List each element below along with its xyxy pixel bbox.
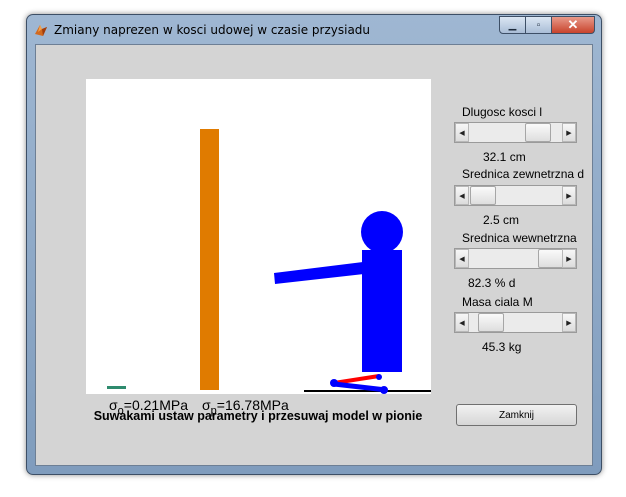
slider-left-arrow-icon[interactable]: ◀ xyxy=(455,249,469,268)
model-ankle-joint xyxy=(380,386,388,394)
matlab-logo-icon xyxy=(35,25,47,36)
body-mass-label: Masa ciala M xyxy=(462,295,533,309)
model-head xyxy=(361,211,403,253)
close-icon: ✕ xyxy=(567,17,579,32)
body-mass-value: 45.3 kg xyxy=(482,340,522,354)
bone-length-label: Dlugosc kosci l xyxy=(462,105,543,119)
outer-diameter-label: Srednica zewnetrzna d xyxy=(462,167,585,181)
bone-length-value: 32.1 cm xyxy=(483,150,526,164)
model-hip-joint xyxy=(376,374,382,380)
slider-left-arrow-icon[interactable]: ◀ xyxy=(455,123,469,142)
model-shin xyxy=(333,381,387,393)
minimize-icon: ▁ xyxy=(508,19,517,31)
slider-thumb[interactable] xyxy=(525,123,551,142)
bone-length-slider[interactable]: ◀ ▶ xyxy=(454,122,577,143)
slider-thumb[interactable] xyxy=(538,249,564,268)
close-window-button[interactable]: ✕ xyxy=(552,16,595,34)
inner-diameter-label: Srednica wewnetrzna xyxy=(462,231,577,245)
window-title: Zmiany naprezen w kosci udowej w czasie … xyxy=(54,23,371,37)
slider-left-arrow-icon[interactable]: ◀ xyxy=(455,313,469,332)
sigma-o-bar xyxy=(107,386,126,389)
outer-diameter-slider[interactable]: ◀ ▶ xyxy=(454,185,577,206)
model-knee-joint xyxy=(330,379,338,387)
model-arm xyxy=(274,262,364,284)
slider-right-arrow-icon[interactable]: ▶ xyxy=(562,123,576,142)
app-window: Zmiany naprezen w kosci udowej w czasie … xyxy=(26,14,602,475)
minimize-button[interactable]: ▁ xyxy=(499,16,526,34)
inner-diameter-value: 82.3 % d xyxy=(468,276,516,290)
slider-thumb[interactable] xyxy=(478,313,504,332)
slider-thumb[interactable] xyxy=(470,186,496,205)
title-bar[interactable]: Zmiany naprezen w kosci udowej w czasie … xyxy=(27,15,601,45)
instruction-text: Suwakami ustaw parametry i przesuwaj mod… xyxy=(93,409,423,423)
slider-right-arrow-icon[interactable]: ▶ xyxy=(562,313,576,332)
slider-left-arrow-icon[interactable]: ◀ xyxy=(455,186,469,205)
inner-diameter-slider[interactable]: ◀ ▶ xyxy=(454,248,577,269)
body-mass-slider[interactable]: ◀ ▶ xyxy=(454,312,577,333)
plot-axes[interactable]: σo=0.21MPa σp=16.78MPa xyxy=(86,79,431,417)
slider-right-arrow-icon[interactable]: ▶ xyxy=(562,186,576,205)
maximize-icon: ▫ xyxy=(536,19,541,31)
model-torso xyxy=(362,250,402,372)
maximize-button[interactable]: ▫ xyxy=(526,16,552,34)
plot-canvas xyxy=(107,129,431,394)
slider-right-arrow-icon[interactable]: ▶ xyxy=(562,249,576,268)
figure-client-area: σo=0.21MPa σp=16.78MPa Suwakami ustaw pa… xyxy=(35,44,593,466)
outer-diameter-value: 2.5 cm xyxy=(483,213,520,227)
model-femur xyxy=(333,374,380,385)
close-button[interactable]: Zamknij xyxy=(456,404,577,426)
sigma-p-bar xyxy=(200,129,219,390)
